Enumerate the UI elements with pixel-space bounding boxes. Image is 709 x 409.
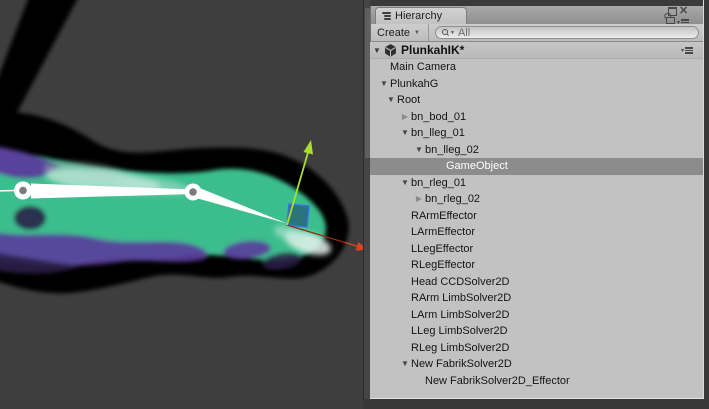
foldout-arrow-icon[interactable]: ▼ xyxy=(413,142,425,159)
hierarchy-row-new-fabriksolver2d-effector[interactable]: New FabrikSolver2D_Effector xyxy=(370,373,703,390)
hierarchy-toolbar: Create ▼ ▼ xyxy=(370,24,703,42)
scene-header[interactable]: ▼ PlunkahIK* ▾ xyxy=(370,42,703,59)
joint-1-dot xyxy=(19,187,27,195)
hierarchy-row-head-ccdsolver2d[interactable]: Head CCDSolver2D xyxy=(370,274,703,291)
hierarchy-item-label: New FabrikSolver2D xyxy=(411,358,512,370)
hierarchy-item-label: RArmEffector xyxy=(411,210,477,222)
window-bottom-strip xyxy=(363,399,709,409)
foldout-arrow-icon[interactable]: ▼ xyxy=(378,76,390,93)
foldout-arrow-icon[interactable]: ▼ xyxy=(399,175,411,192)
scene-scrollbar[interactable] xyxy=(363,0,370,409)
scene-view[interactable] xyxy=(0,0,363,409)
hierarchy-item-label: bn_rleg_02 xyxy=(425,193,480,205)
search-input[interactable] xyxy=(458,27,692,39)
window-right-strip xyxy=(704,0,709,409)
hierarchy-row-larm-limbsolver2d[interactable]: LArm LimbSolver2D xyxy=(370,307,703,324)
hierarchy-row-rleg-limbsolver2d[interactable]: RLeg LimbSolver2D xyxy=(370,340,703,357)
hierarchy-row-root[interactable]: ▼Root xyxy=(370,92,703,109)
hierarchy-item-label: PlunkahG xyxy=(390,78,438,90)
hierarchy-item-label: bn_bod_01 xyxy=(411,111,466,123)
hierarchy-row-rlegeffector[interactable]: RLegEffector xyxy=(370,257,703,274)
hierarchy-item-label: New FabrikSolver2D_Effector xyxy=(425,375,570,387)
tab-strip: Hierarchy ✕ ▾ xyxy=(370,6,703,24)
hierarchy-panel: Hierarchy ✕ ▾ Create ▼ ▼ ▼ xyxy=(370,0,704,399)
hierarchy-row-bn-bod-01[interactable]: ▶bn_bod_01 xyxy=(370,109,703,126)
hierarchy-item-label: GameObject xyxy=(446,160,508,172)
hierarchy-panel-icon xyxy=(382,11,391,22)
unity-logo-icon xyxy=(383,43,398,58)
hierarchy-item-label: LArm LimbSolver2D xyxy=(411,309,509,321)
hierarchy-item-label: LLeg LimbSolver2D xyxy=(411,325,508,337)
create-button-label: Create xyxy=(377,27,410,39)
hierarchy-row-bn-lleg-02[interactable]: ▼bn_lleg_02 xyxy=(370,142,703,159)
foldout-arrow-icon[interactable]: ▼ xyxy=(399,125,411,142)
hierarchy-row-bn-lleg-01[interactable]: ▼bn_lleg_01 xyxy=(370,125,703,142)
create-dropdown-arrow-icon: ▼ xyxy=(414,30,420,36)
hierarchy-row-main-camera[interactable]: Main Camera xyxy=(370,59,703,76)
hierarchy-item-label: bn_lleg_01 xyxy=(411,127,465,139)
scene-sprite-canvas xyxy=(0,0,363,409)
hierarchy-row-llegeffector[interactable]: LLegEffector xyxy=(370,241,703,258)
hierarchy-row-new-fabriksolver2d[interactable]: ▼New FabrikSolver2D xyxy=(370,356,703,373)
foldout-arrow-icon[interactable]: ▼ xyxy=(385,92,397,109)
hierarchy-row-bn-rleg-01[interactable]: ▼bn_rleg_01 xyxy=(370,175,703,192)
hierarchy-row-plunkahg[interactable]: ▼PlunkahG xyxy=(370,76,703,93)
bone-link-line xyxy=(0,191,15,192)
create-button[interactable]: Create ▼ xyxy=(371,24,429,41)
tab-hierarchy[interactable]: Hierarchy xyxy=(375,7,467,24)
hierarchy-row-larmeffector[interactable]: LArmEffector xyxy=(370,224,703,241)
hierarchy-item-label: Main Camera xyxy=(390,61,456,73)
hierarchy-item-label: RLeg LimbSolver2D xyxy=(411,342,509,354)
hierarchy-item-label: LArmEffector xyxy=(411,226,475,238)
scene-name: PlunkahIK* xyxy=(401,43,464,57)
scene-foldout-arrow-icon[interactable]: ▼ xyxy=(371,46,383,55)
unity-editor-window: Hierarchy ✕ ▾ Create ▼ ▼ ▼ xyxy=(0,0,709,409)
hierarchy-item-label: bn_lleg_02 xyxy=(425,144,479,156)
hierarchy-row-rarmeffector[interactable]: RArmEffector xyxy=(370,208,703,225)
tab-label: Hierarchy xyxy=(395,10,442,22)
hierarchy-item-label: RLegEffector xyxy=(411,259,475,271)
hierarchy-item-label: Head CCDSolver2D xyxy=(411,276,509,288)
search-icon xyxy=(442,29,449,36)
menu-bars-icon xyxy=(685,46,693,55)
hierarchy-item-label: LLegEffector xyxy=(411,243,473,255)
hierarchy-row-rarm-limbsolver2d[interactable]: RArm LimbSolver2D xyxy=(370,290,703,307)
foldout-arrow-icon[interactable]: ▶ xyxy=(399,109,411,126)
dropdown-arrow-icon: ▾ xyxy=(681,47,684,54)
foldout-arrow-icon[interactable]: ▶ xyxy=(413,191,425,208)
hierarchy-item-label: bn_rleg_01 xyxy=(411,177,466,189)
lock-icon[interactable] xyxy=(666,17,675,24)
foldout-arrow-icon[interactable]: ▼ xyxy=(399,356,411,373)
hierarchy-item-label: Root xyxy=(397,94,420,106)
search-filter-arrow-icon[interactable]: ▼ xyxy=(450,30,455,36)
hierarchy-item-label: RArm LimbSolver2D xyxy=(411,292,511,304)
hierarchy-row-gameobject[interactable]: GameObject xyxy=(370,158,703,175)
hierarchy-row-bn-rleg-02[interactable]: ▶bn_rleg_02 xyxy=(370,191,703,208)
hierarchy-list: Main Camera▼PlunkahG▼Root▶bn_bod_01▼bn_l… xyxy=(370,59,703,397)
y-axis-arrow-icon[interactable] xyxy=(304,140,314,155)
search-field[interactable]: ▼ xyxy=(435,26,699,39)
x-axis-line xyxy=(345,243,358,247)
sprite-purple-left-patch xyxy=(14,206,46,230)
scene-menu-icon[interactable]: ▾ xyxy=(681,46,693,55)
hierarchy-row-lleg-limbsolver2d[interactable]: LLeg LimbSolver2D xyxy=(370,323,703,340)
close-icon[interactable]: ✕ xyxy=(679,4,688,17)
joint-2-dot xyxy=(189,188,197,196)
